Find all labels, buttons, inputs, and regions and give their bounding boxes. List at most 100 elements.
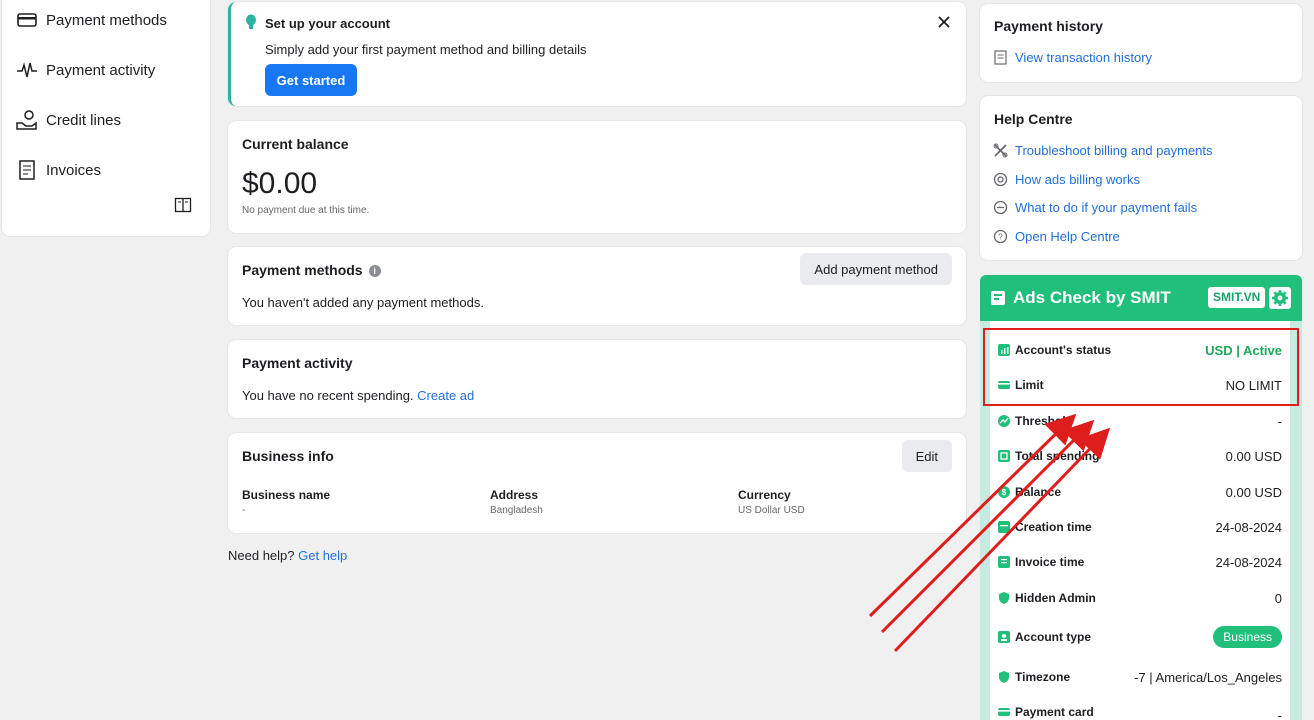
smit-row-balance: $ Balance 0.00 USD [998,482,1282,502]
invoice-icon [998,556,1010,568]
user-card-icon [998,631,1010,643]
question-circle-icon: ? [993,229,1008,244]
row-label: Total spending [1015,449,1100,463]
field-value: - [242,505,246,516]
payment-activity-card: Payment activity You have no recent spen… [228,340,966,418]
link-text: What to do if your payment fails [1015,200,1198,215]
link-text: View transaction history [1015,50,1153,65]
edit-button[interactable]: Edit [901,440,952,472]
smit-row-payment-card: Payment card - [998,702,1282,720]
setup-description: Simply add your first payment method and… [265,42,587,57]
settings-gear-icon[interactable] [1269,287,1291,309]
sidebar-item-payment-methods[interactable]: Payment methods [16,8,167,32]
balance-note: No payment due at this time. [242,205,370,216]
row-label: Balance [1015,485,1062,499]
minus-circle-icon [993,200,1008,215]
close-icon[interactable] [936,14,952,30]
add-payment-method-button[interactable]: Add payment method [800,253,952,285]
row-label: Payment card [1015,705,1094,719]
billing-wheel-icon [993,172,1008,187]
business-info-title: Business info [242,448,334,464]
link-text: Troubleshoot billing and payments [1015,143,1213,158]
get-help-link[interactable]: Get help [298,548,347,563]
link-text: Open Help Centre [1015,229,1120,244]
shield-icon [999,671,1009,683]
smit-row-timezone: Timezone -7 | America/Los_Angeles [998,667,1282,687]
field-header: Address [490,488,539,502]
payment-fails-link[interactable]: What to do if your payment fails [993,200,1197,215]
row-value: -7 | America/Los_Angeles [1134,669,1282,685]
row-label: Threshold [1015,414,1074,428]
row-label: Hidden Admin [1015,591,1096,605]
dollar-icon: $ [998,486,1010,498]
balance-title: Current balance [242,136,349,152]
how-billing-works-link[interactable]: How ads billing works [993,172,1140,187]
row-value: 0 [1274,590,1282,606]
trend-icon [998,415,1010,427]
info-icon[interactable]: i [368,265,381,278]
currency-field: Currency US Dollar USD [738,488,805,516]
tools-icon [993,143,1008,158]
smit-title: Ads Check by SMIT [1013,288,1171,307]
sidebar-item-payment-activity[interactable]: Payment activity [16,58,155,82]
field-value: US Dollar USD [738,505,805,516]
row-label: Creation time [1015,520,1092,534]
card-icon [998,708,1010,716]
payment-activity-title: Payment activity [242,355,353,371]
setup-title: Set up your account [265,16,390,31]
sidebar-item-label: Invoices [46,161,102,179]
field-header: Business name [242,488,331,502]
open-help-centre-link[interactable]: ? Open Help Centre [993,229,1120,244]
field-header: Currency [738,488,791,502]
payment-activity-text: You have no recent spending. Create ad [242,388,474,403]
business-name-field: Business name - [242,488,330,516]
payment-history-card: Payment history View transaction history [980,4,1302,82]
payment-history-title: Payment history [994,18,1103,34]
balance-amount: $0.00 [242,167,318,200]
sidebar-item-label: Payment methods [46,11,167,29]
activity-icon [17,62,37,78]
smit-row-total-spending: Total spending 0.00 USD [998,446,1282,466]
calendar-icon [998,521,1010,533]
business-info-card: Business info Edit Business name - Addre… [228,433,966,533]
sidebar: Payment methods Payment activity Credit … [2,0,210,236]
link-text: How ads billing works [1015,172,1140,187]
row-value: - [1277,413,1282,429]
row-value: 24-08-2024 [1215,519,1283,535]
smit-row-account-type: Account type Business [998,626,1282,648]
smit-row-hidden-admin: Hidden Admin 0 [998,588,1282,608]
need-help-text: Need help? [228,548,295,563]
smit-row-threshold: Threshold - [998,411,1282,431]
address-field: Address Bangladesh [490,488,543,516]
receipt-icon [994,50,1007,65]
smit-badge[interactable]: SMIT.VN [1208,287,1266,308]
invoice-icon [19,160,35,180]
row-label: Timezone [1015,670,1071,684]
get-started-button[interactable]: Get started [265,64,357,96]
row-label: Account type [1015,630,1092,644]
help-centre-card: Help Centre Troubleshoot billing and pay… [980,96,1302,260]
sidebar-item-invoices[interactable]: Invoices [16,158,101,182]
highlight-box [983,328,1299,406]
row-value: - [1277,707,1282,720]
field-value: Bangladesh [490,505,543,516]
current-balance-card: Current balance $0.00 No payment due at … [228,121,966,233]
smit-logo-icon [991,291,1005,305]
row-label: Invoice time [1015,555,1085,569]
troubleshoot-link[interactable]: Troubleshoot billing and payments [993,143,1213,158]
wallet-icon [998,450,1010,462]
sidebar-item-label: Credit lines [46,111,122,129]
create-ad-link[interactable]: Create ad [417,388,474,403]
payment-activity-empty-text: You have no recent spending. [242,388,414,403]
smit-header: Ads Check by SMIT SMIT.VN [980,275,1302,321]
need-help: Need help? Get help [228,548,347,563]
sidebar-item-label: Payment activity [46,61,156,79]
svg-text:?: ? [998,233,1003,242]
collapse-sidebar-icon[interactable] [174,196,192,214]
help-centre-title: Help Centre [994,111,1073,127]
lightbulb-icon [246,14,256,29]
payment-methods-card: Payment methods i Add payment method You … [228,247,966,325]
sidebar-item-credit-lines[interactable]: Credit lines [16,108,121,132]
card-icon [17,13,37,27]
view-transaction-history-link[interactable]: View transaction history [993,50,1152,65]
